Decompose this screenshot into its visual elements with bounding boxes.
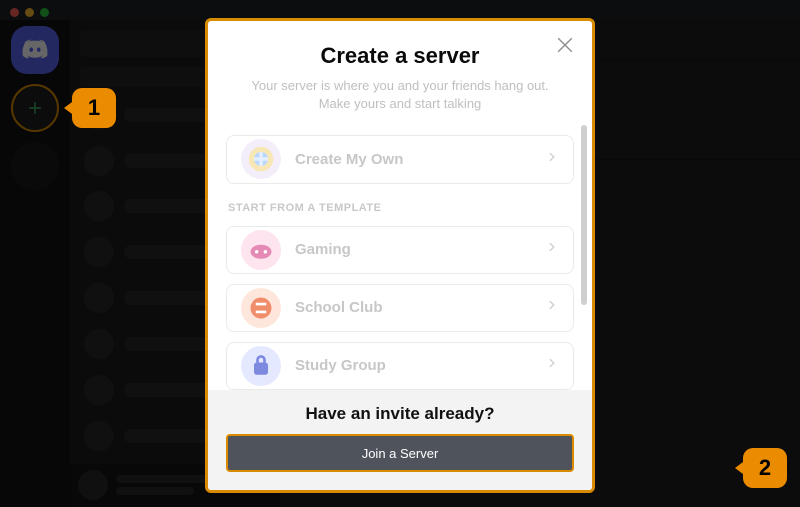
annotation-label: 1	[88, 95, 100, 121]
gaming-icon	[241, 230, 281, 270]
option-label: Gaming	[295, 241, 531, 258]
option-label: Study Group	[295, 357, 531, 374]
create-icon	[241, 139, 281, 179]
invite-prompt: Have an invite already?	[226, 404, 574, 424]
annotation-step-1: 1	[72, 88, 116, 128]
option-create-my-own[interactable]: Create My Own	[226, 135, 574, 183]
school-icon	[241, 288, 281, 328]
chevron-right-icon	[545, 150, 559, 169]
option-label: School Club	[295, 299, 531, 316]
annotation-label: 2	[759, 455, 771, 481]
modal-title: Create a server	[232, 43, 568, 69]
chevron-right-icon	[545, 240, 559, 259]
modal-footer: Have an invite already? Join a Server	[208, 390, 592, 490]
option-study-group[interactable]: Study Group	[226, 342, 574, 390]
modal-overlay: Create a server Your server is where you…	[0, 0, 800, 507]
option-label: Create My Own	[295, 151, 531, 168]
option-gaming[interactable]: Gaming	[226, 226, 574, 274]
join-server-button[interactable]: Join a Server	[226, 434, 574, 472]
modal-body: Create My Own START FROM A TEMPLATE Gami…	[208, 119, 592, 390]
modal-subtitle: Your server is where you and your friend…	[232, 77, 568, 113]
annotation-step-2: 2	[743, 448, 787, 488]
join-server-label: Join a Server	[362, 446, 439, 461]
chevron-right-icon	[545, 298, 559, 317]
close-modal-button[interactable]	[554, 33, 578, 57]
template-section-header: START FROM A TEMPLATE	[228, 202, 574, 214]
option-school-club[interactable]: School Club	[226, 284, 574, 332]
close-icon	[554, 33, 578, 57]
chevron-right-icon	[545, 356, 559, 375]
create-server-modal: Create a server Your server is where you…	[205, 18, 595, 493]
study-icon	[241, 346, 281, 386]
